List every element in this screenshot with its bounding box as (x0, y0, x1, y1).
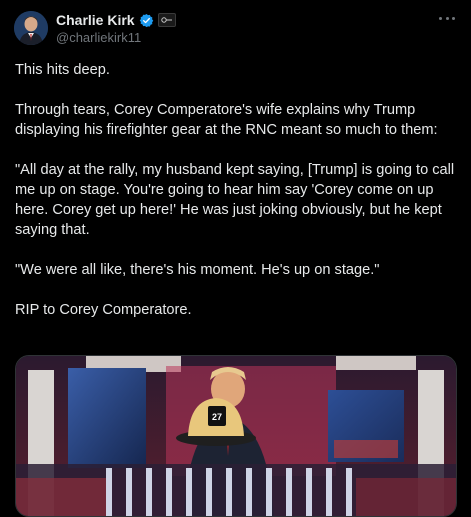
tweet-paragraph: Through tears, Corey Comperatore's wife … (15, 102, 438, 138)
tweet-text: This hits deep. Through tears, Corey Com… (15, 60, 455, 320)
author-avatar[interactable] (14, 11, 48, 45)
tweet-media-video[interactable]: 27 (15, 355, 457, 517)
author-display-name[interactable]: Charlie Kirk (56, 12, 135, 28)
author-name-row: Charlie Kirk (56, 11, 176, 29)
affiliate-badge-icon[interactable] (157, 13, 176, 27)
tweet-paragraph: "All day at the rally, my husband kept s… (15, 162, 455, 238)
helmet-number: 27 (212, 412, 222, 422)
tweet-card[interactable]: Charlie Kirk @charliekirk11 This hits de… (0, 0, 471, 517)
more-dots-icon[interactable] (439, 14, 455, 22)
tweet-paragraph: RIP to Corey Comperatore. (15, 302, 192, 318)
author-handle[interactable]: @charliekirk11 (56, 30, 141, 45)
tweet-paragraph: This hits deep. (15, 62, 110, 78)
verified-badge-icon (139, 13, 154, 28)
tweet-paragraph: "We were all like, there's his moment. H… (15, 262, 380, 278)
